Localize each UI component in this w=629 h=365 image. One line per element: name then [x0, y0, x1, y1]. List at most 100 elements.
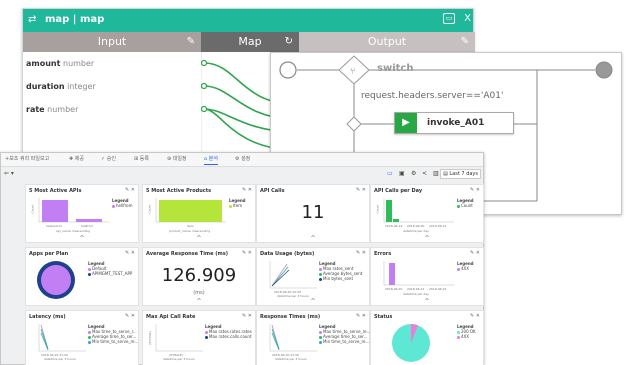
- flow-end-node[interactable]: [595, 61, 613, 79]
- tab-register[interactable]: ⊞ 등록: [134, 155, 149, 162]
- refresh-icon[interactable]: ↻: [285, 32, 293, 52]
- tab-approve[interactable]: ✓ 승인: [101, 155, 116, 162]
- tab-query[interactable]: +보조 쿼리 파일보고: [5, 155, 49, 162]
- chevron-up-icon[interactable]: ^: [196, 298, 201, 305]
- chart-bar[interactable]: [393, 219, 399, 222]
- donut-inner[interactable]: [41, 265, 71, 295]
- chart-xtick: 2018-06-20: [407, 224, 425, 228]
- tab-provide[interactable]: ✚ 제공: [69, 155, 84, 162]
- card-api-calls-per-day: API Calls per Day ✎ ✕ Count 2018-06-19 2…: [370, 184, 484, 243]
- card-title: Average Response Time (ms): [146, 251, 229, 257]
- card-most-active-products: 5 Most Active Products ✎ ✕ Count Item pr…: [142, 184, 256, 243]
- folder-icon[interactable]: ▭: [387, 170, 393, 177]
- card-errors: Errors ✎ ✕ 2018-06-20 2018-06-21 2018-06…: [370, 247, 484, 306]
- chart-xlabel: api_name: Descending: [56, 229, 91, 233]
- dashboard-tab-bar: +보조 쿼리 파일보고 ✚ 제공 ✓ 승인 ⊞ 등록 ⊕ 대일정 ⌂ 분석 ⚙ …: [1, 153, 483, 167]
- chevron-up-icon[interactable]: ^: [79, 235, 84, 242]
- average-response-value: 126.909: [161, 265, 237, 286]
- card-most-active-apis: 5 Most Active APIs ✎ ✕ Count helloworld …: [25, 184, 139, 243]
- chevron-up-icon[interactable]: ^: [424, 298, 429, 305]
- chart-line[interactable]: [40, 332, 49, 351]
- screenshot-stage: ⇄ map | map ▭ X Input ✎ Map ↻ Output ✎ a…: [0, 0, 629, 365]
- chart-legend: Legend hellfrom: [112, 198, 133, 208]
- chart-bar[interactable]: [42, 200, 68, 222]
- chart-ylabel: (#TOTAL): [148, 330, 153, 346]
- edit-pencil-icon[interactable]: ✎: [187, 32, 195, 52]
- wire-endpoint[interactable]: [201, 82, 208, 90]
- input-field-row[interactable]: amount number: [23, 52, 201, 75]
- chart-xlabel: datetime per 3 hours: [44, 357, 76, 361]
- average-response-unit: (ms): [193, 290, 205, 296]
- chart-line[interactable]: [271, 263, 288, 287]
- time-range-button[interactable]: ▤ Last 7 days: [440, 169, 481, 179]
- case-diamond-node[interactable]: [346, 116, 362, 132]
- input-column-label: Input: [97, 35, 127, 48]
- card-status: Status ✎ ✕ Legend 200 OK 4XX: [370, 310, 484, 365]
- field-type: number: [47, 105, 79, 114]
- chart-bar[interactable]: [389, 263, 395, 285]
- map-column-label: Map: [238, 35, 262, 48]
- field-name: amount: [26, 59, 61, 68]
- tab-settings[interactable]: ⚙ 설정: [235, 155, 250, 162]
- chart-bar[interactable]: [76, 219, 102, 222]
- chart-xtick: Item: [187, 224, 194, 228]
- card-actions-icon[interactable]: ✎ ✕: [242, 250, 252, 256]
- chevron-up-icon[interactable]: ^: [424, 235, 429, 242]
- chart-line[interactable]: [271, 266, 289, 287]
- input-field-row[interactable]: rate number: [23, 98, 201, 121]
- chart-xtick: 2018-06-20: [385, 287, 403, 291]
- edit-pencil-icon[interactable]: ✎: [461, 32, 469, 52]
- flow-start-node[interactable]: [279, 61, 297, 79]
- dashboard-toolbar: ⇐ ▾ ▭ ▣ ⚙ < ▥ ▤ Last 7 days: [1, 167, 483, 181]
- chart-xlabel: datetime per day: [403, 229, 429, 233]
- chart-xtick: hellfrom: [81, 224, 94, 228]
- time-range-label: Last 7 days: [449, 171, 478, 177]
- chart-xlabel: product_name: Descending: [169, 229, 211, 233]
- chevron-up-icon[interactable]: ^: [310, 298, 315, 305]
- card-title: API Calls: [260, 188, 285, 194]
- chevron-up-icon[interactable]: ^: [310, 235, 315, 242]
- chart-xlabel: datetime per day: [403, 292, 429, 296]
- delete-icon[interactable]: ▥: [433, 170, 439, 177]
- wire-endpoint[interactable]: [201, 105, 208, 113]
- chart-line[interactable]: [271, 269, 290, 287]
- close-icon[interactable]: X: [464, 13, 471, 24]
- chart-xtick: 2018-06-21: [429, 224, 447, 228]
- tab-schedule[interactable]: ⊕ 대일정: [167, 155, 187, 162]
- output-column-header: Output ✎: [299, 32, 475, 52]
- field-name: rate: [26, 105, 45, 114]
- chart-xtick: 2018-06-22: [429, 287, 447, 291]
- chart-bar[interactable]: [386, 200, 392, 222]
- wire-endpoint[interactable]: [201, 59, 208, 67]
- save-icon[interactable]: ▣: [399, 170, 405, 177]
- chart-line[interactable]: [271, 332, 280, 351]
- card-apps-per-plan: Apps per Plan ✎ ✕ Legend Default APIMGMT…: [25, 247, 139, 306]
- card-average-response-time: Average Response Time (ms) ✎ ✕ 126.909 (…: [142, 247, 256, 306]
- chart-bar[interactable]: [159, 200, 222, 222]
- input-column-header: Input ✎: [23, 32, 201, 52]
- switch-title: switch: [377, 63, 414, 74]
- input-field-row[interactable]: duration integer: [23, 75, 201, 98]
- play-icon: ▶: [395, 113, 417, 133]
- chart-legend: Legend 4XX: [457, 261, 474, 271]
- chart-legend: Legend Max time_to_serve_re... Average t…: [319, 324, 371, 344]
- card-latency: Latency (ms) ✎ ✕ 2018-06-20 21:00 dateti…: [25, 310, 139, 365]
- field-type: number: [63, 59, 95, 68]
- switch-branch-icon: ⑂: [350, 67, 355, 77]
- chart-legend: Legend Item: [229, 198, 246, 208]
- card-actions-icon[interactable]: ✎ ✕: [356, 187, 366, 193]
- chart-line[interactable]: [271, 328, 280, 350]
- back-icon[interactable]: ⇐ ▾: [4, 170, 14, 177]
- card-response-times: Response Times (ms) ✎ ✕ 2018-06-20 21:00…: [256, 310, 370, 365]
- window-popout-icon[interactable]: ▭: [443, 13, 455, 24]
- map-column-header: Map ↻: [201, 32, 299, 52]
- chart-legend: Legend Max rates_sent Average bytes_sent…: [319, 261, 363, 281]
- gear-icon[interactable]: ⚙: [411, 170, 416, 177]
- tab-analytics[interactable]: ⌂ 분석: [204, 155, 218, 165]
- chart-line[interactable]: [40, 328, 49, 350]
- invoke-node[interactable]: ▶ invoke_A01: [394, 112, 514, 134]
- invoke-node-label: invoke_A01: [427, 118, 485, 128]
- switch-condition: request.headers.server=='A01': [361, 91, 504, 101]
- chevron-up-icon[interactable]: ^: [196, 235, 201, 242]
- share-icon[interactable]: <: [422, 170, 427, 177]
